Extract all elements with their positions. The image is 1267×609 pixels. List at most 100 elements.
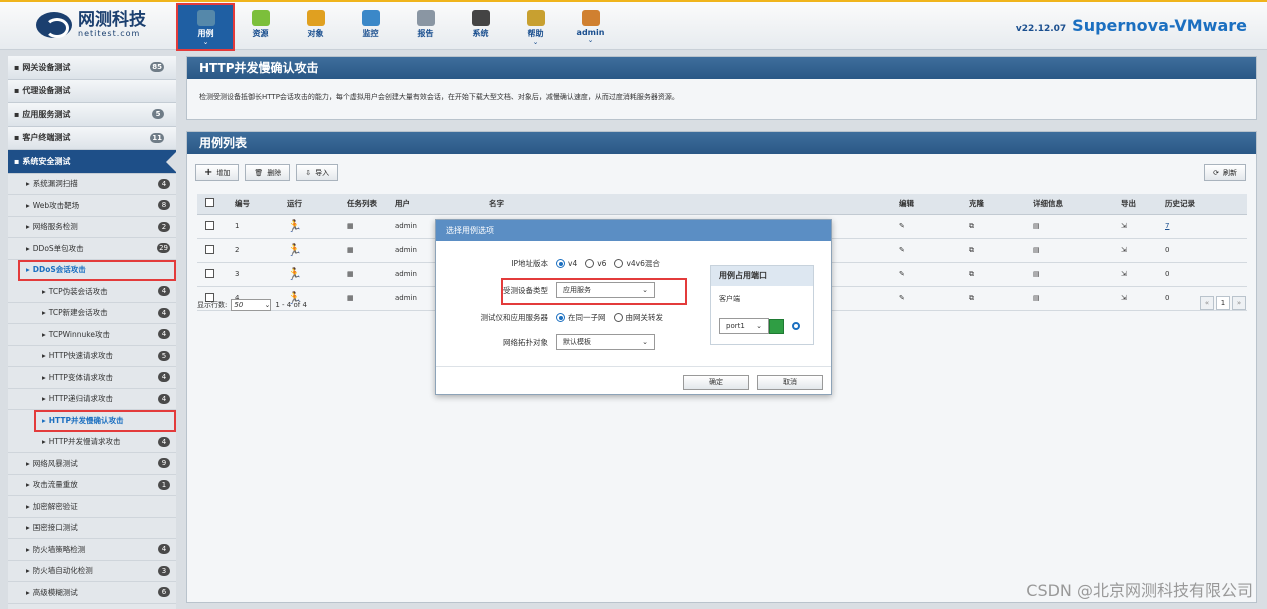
run-icon[interactable]: 🏃 [287,267,302,281]
sidebar-item[interactable]: ▸ 网络服务检测 2 [8,216,176,238]
dut-type-select[interactable]: 应用服务 ⌄ [556,282,655,298]
delete-button[interactable]: 🗑 删除 [245,164,291,181]
topology-select[interactable]: 默认模板 ⌄ [556,334,655,350]
via-gateway-radio[interactable]: 由网关转发 [613,312,663,323]
nav-object[interactable]: 对象 [288,5,343,49]
sidebar-item[interactable]: ▸ 国密接口测试 [8,517,176,539]
clone-icon[interactable]: ⧉ [969,246,974,254]
sidebar-item[interactable]: ▸ DDoS单包攻击 29 [8,238,176,260]
list-title: 用例列表 [187,132,1256,154]
sidebar-item[interactable]: ▸ 攻击场景检测11 [8,603,176,609]
next-page-button[interactable]: » [1232,296,1246,310]
task-list-icon[interactable]: ▦ [347,246,354,254]
details-icon[interactable]: ▤ [1033,294,1040,302]
import-icon: ⇩ [305,168,312,177]
nav-system[interactable]: 系统 [453,5,508,49]
sidebar-item[interactable]: ▸ 防火墙自动化检测 3 [8,560,176,582]
current-page[interactable]: 1 [1216,296,1230,310]
port-select[interactable]: port1 ⌄ [719,318,769,334]
nav-monitor[interactable]: 监控 [343,5,398,49]
sidebar-item[interactable]: ▸ DDoS会话攻击 [18,259,176,281]
chevron-right-icon: ▸ [26,480,30,490]
ip-mixed-radio[interactable]: v4v6混合 [614,258,660,269]
sidebar-item[interactable]: ▸ TCPWinnuke攻击 4 [8,324,176,346]
task-list-icon[interactable]: ▦ [347,222,354,230]
sidebar-item[interactable]: ▸ HTTP并发慢请求攻击 4 [8,431,176,453]
details-icon[interactable]: ▤ [1033,222,1040,230]
add-label: 增加 [216,168,231,177]
details-icon[interactable]: ▤ [1033,246,1040,254]
export-icon[interactable]: ⇲ [1121,294,1127,302]
task-list-icon[interactable]: ▦ [347,294,354,302]
nav-help[interactable]: 帮助 ⌄ [508,5,563,49]
chevron-right-icon: ▸ [26,179,30,189]
edit-icon[interactable]: ✎ [899,294,905,302]
row-checkbox[interactable] [205,220,214,230]
nav-usecase[interactable]: 用例 ⌄ [176,3,235,51]
rows-per-page-select[interactable]: 50 ⌄ [231,299,272,311]
details-icon[interactable]: ▤ [1033,270,1040,278]
ok-button[interactable]: 确定 [683,375,749,390]
sidebar-item[interactable]: ▸ Web攻击靶场 8 [8,195,176,217]
category-icon: ▪ [14,109,20,119]
sidebar-item[interactable]: ▸ 加密解密验证 [8,496,176,518]
sidebar-item[interactable]: ▸ 高级模糊测试 6 [8,582,176,604]
record-range: 1 - 4 of 4 [275,301,307,309]
same-subnet-radio[interactable]: 在同一子网 [556,312,606,323]
clone-icon[interactable]: ⧉ [969,294,974,302]
sidebar-item[interactable]: ▸ TCP伪装会话攻击 4 [8,281,176,303]
sidebar-item-label: 防火墙自动化检测 [32,566,93,576]
nav-report[interactable]: 报告 [398,5,453,49]
sidebar-item[interactable]: ▸ 防火墙策略检测 4 [8,539,176,561]
edit-icon[interactable]: ✎ [899,246,905,254]
refresh-button[interactable]: ⟳ 刷新 [1204,164,1246,181]
run-icon[interactable]: 🏃 [287,219,302,233]
history-link[interactable]: 7 [1165,222,1169,230]
ip-v4-radio[interactable]: v4 [556,259,577,268]
run-icon[interactable]: 🏃 [287,243,302,257]
select-all-checkbox[interactable] [205,198,214,208]
sidebar-item[interactable]: ▸ 攻击流量重放 1 [8,474,176,496]
chevron-right-icon: ▸ [26,587,30,597]
ip-v6-radio[interactable]: v6 [585,259,606,268]
sidebar-item[interactable]: ▪ 应用服务测试 5 [8,103,176,127]
export-icon[interactable]: ⇲ [1121,222,1127,230]
sidebar-item[interactable]: ▸ TCP新建会话攻击 4 [8,302,176,324]
row-checkbox[interactable] [205,244,214,254]
sidebar-item-label: TCP新建会话攻击 [48,308,108,318]
sidebar-item[interactable]: ▸ HTTP变体请求攻击 4 [8,367,176,389]
task-list-icon[interactable]: ▦ [347,270,354,278]
sidebar-item[interactable]: ▸ 系统漏洞扫描 4 [8,173,176,195]
sidebar-item[interactable]: ▪ 系统安全测试 [8,150,176,174]
sidebar-item-label: 代理设备测试 [22,86,71,96]
cancel-button[interactable]: 取消 [757,375,823,390]
export-icon[interactable]: ⇲ [1121,246,1127,254]
clone-icon[interactable]: ⧉ [969,222,974,230]
nav-resource[interactable]: 资源 [233,5,288,49]
edit-icon[interactable]: ✎ [899,270,905,278]
add-button[interactable]: + 增加 [195,164,240,181]
sidebar-item[interactable]: ▪ 代理设备测试 [8,79,176,103]
count-badge: 4 [158,372,170,383]
system-icon [471,10,490,26]
row-checkbox[interactable] [205,268,214,278]
sidebar-item[interactable]: ▪ 客户终端测试 11 [8,126,176,150]
nav-user[interactable]: admin ⌄ [563,5,618,49]
chevron-down-icon: ⌄ [532,38,539,46]
sidebar-item[interactable]: ▸ HTTP快速请求攻击 5 [8,345,176,367]
edit-icon[interactable]: ✎ [899,222,905,230]
sidebar-item-label: 网络风暴测试 [32,458,78,468]
category-icon: ▪ [14,86,20,96]
logo-domain: netitest.com [78,29,141,38]
sidebar-item-label: 国密接口测试 [32,523,78,533]
sidebar-item[interactable]: ▸ 网络风暴测试 9 [8,453,176,475]
sidebar-item[interactable]: ▸ HTTP递归请求攻击 4 [8,388,176,410]
sidebar-item[interactable]: ▸ HTTP并发慢确认攻击 [34,410,176,432]
sidebar-item[interactable]: ▪ 网关设备测试 85 [8,56,176,80]
clone-icon[interactable]: ⧉ [969,270,974,278]
prev-page-button[interactable]: « [1200,296,1214,310]
refresh-icon: ⟳ [1213,168,1219,177]
add-port-icon[interactable] [792,322,800,330]
export-icon[interactable]: ⇲ [1121,270,1127,278]
import-button[interactable]: ⇩ 导入 [296,164,339,181]
